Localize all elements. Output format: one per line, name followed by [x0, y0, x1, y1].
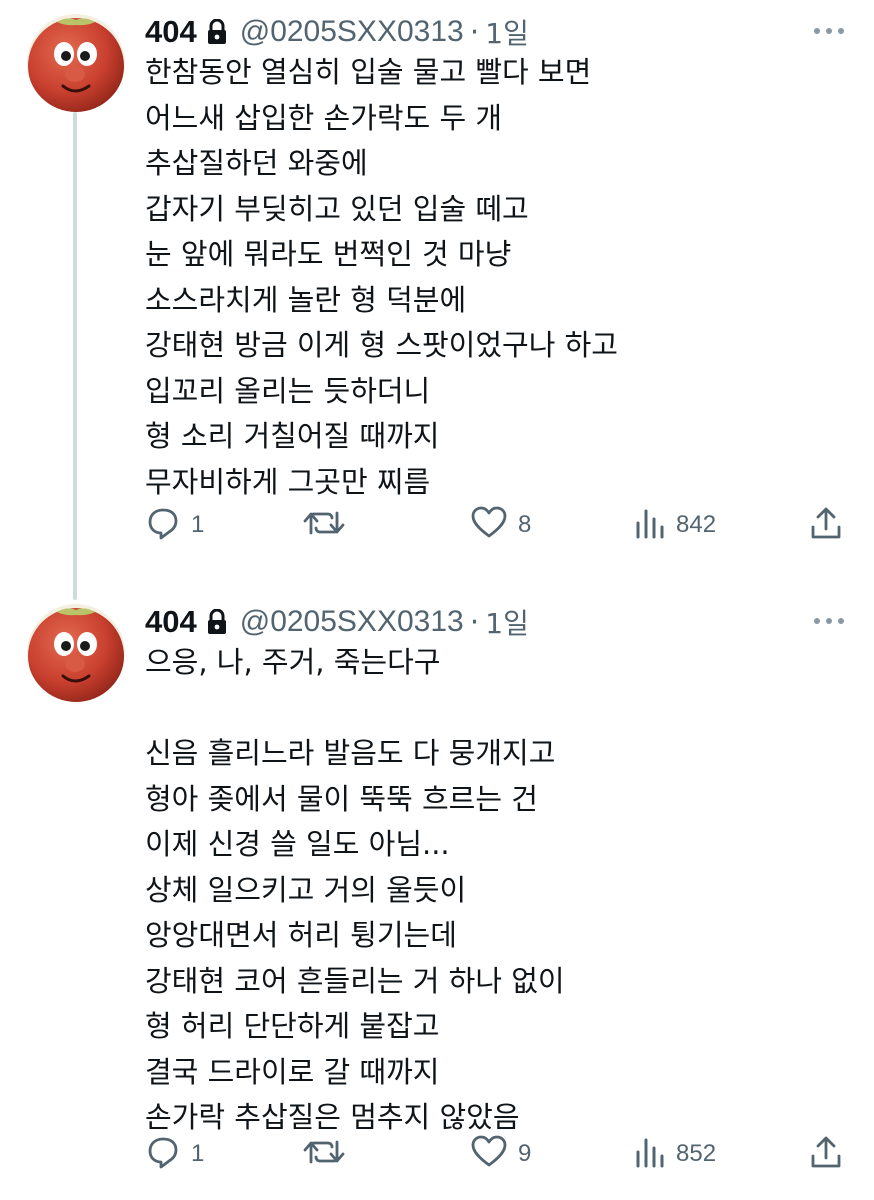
tweet-text-line: 으응, 나, 주거, 죽는다구 [145, 645, 441, 679]
reply-button[interactable]: 1 [145, 1134, 204, 1174]
tweet-text-line [145, 686, 565, 732]
tweet-actions: 1 9 852 [0, 1134, 874, 1174]
tweet-text: 으응, 나, 주거, 죽는다구 신음 흘리느라 발음도 다 뭉개지고 형아 좆에… [145, 640, 565, 1141]
separator-dot: · [469, 14, 480, 50]
reply-count: 1 [191, 511, 205, 538]
tweet-text-line: 소스라치게 놀란 형 덕분에 [145, 282, 467, 317]
separator-dot: · [469, 604, 480, 640]
retweet-icon [302, 505, 346, 545]
tweet-actions: 1 8 842 [0, 505, 874, 545]
retweet-button[interactable] [302, 505, 356, 545]
share-icon [809, 505, 843, 545]
view-count: 852 [676, 1140, 717, 1167]
reply-icon [145, 1134, 181, 1174]
tweet-text-line: 무자비하게 그곳만 찌름 [145, 464, 431, 499]
tweet-text-line: 상체 일으키고 거의 울듯이 [145, 872, 467, 907]
tweet-text-line: 눈 앞에 뭐라도 번쩍인 것 마냥 [145, 237, 512, 271]
reply-button[interactable]: 1 [145, 505, 204, 545]
tweet-text-line: 결국 드라이로 갈 때까지 [145, 1054, 440, 1089]
lock-icon [206, 19, 228, 45]
avatar[interactable] [27, 14, 125, 112]
views-icon [634, 1134, 666, 1174]
tweet-text-line: 갑자기 부딪히고 있던 입술 떼고 [145, 191, 529, 226]
share-button[interactable] [809, 505, 843, 545]
like-button[interactable]: 9 [470, 1134, 531, 1174]
timestamp[interactable]: 1일 [485, 602, 529, 642]
avatar[interactable] [27, 604, 125, 702]
tweet-text-line: 입꼬리 올리는 듯하더니 [145, 373, 431, 408]
display-name[interactable]: 404 [145, 14, 197, 50]
view-count: 842 [676, 511, 717, 538]
tweet-header: 404 @0205SXX0313 · 1일 [145, 10, 529, 54]
heart-icon [470, 1134, 508, 1174]
more-dots-icon[interactable] [814, 28, 844, 34]
tweet-text-line: 형 소리 거칠어질 때까지 [145, 419, 440, 453]
tweet-text: 한참동안 열심히 입술 물고 빨다 보면 어느새 삽입한 손가락도 두 개 추삽… [145, 50, 618, 505]
reply-icon [145, 505, 181, 545]
tweet-text-line: 형아 좆에서 물이 뚝뚝 흐르는 건 [145, 781, 538, 816]
more-dots-icon[interactable] [814, 618, 844, 624]
like-button[interactable]: 8 [470, 505, 531, 545]
lock-icon [206, 609, 228, 635]
tweet-text-line: 어느새 삽입한 손가락도 두 개 [145, 100, 503, 135]
views-button[interactable]: 842 [634, 505, 716, 545]
retweet-icon [302, 1134, 346, 1174]
tweet-text-line: 신음 흘리느라 발음도 다 뭉개지고 [145, 736, 556, 770]
views-icon [634, 505, 666, 545]
tweet-text-line: 추삽질하던 와중에 [145, 146, 368, 180]
user-handle[interactable]: @0205SXX0313 [240, 605, 464, 639]
timestamp[interactable]: 1일 [485, 12, 529, 52]
like-count: 9 [518, 1140, 532, 1167]
share-button[interactable] [809, 1134, 843, 1174]
tweet-text-line: 앙앙대면서 허리 튕기는데 [145, 918, 457, 952]
tweet-text-line: 강태현 코어 흔들리는 거 하나 없이 [145, 963, 565, 998]
heart-icon [470, 505, 508, 545]
tweet-text-line: 형 허리 단단하게 붙잡고 [145, 1009, 440, 1043]
user-handle[interactable]: @0205SXX0313 [240, 15, 464, 49]
share-icon [809, 1134, 843, 1174]
tweet-text-line: 한참동안 열심히 입술 물고 빨다 보면 [145, 55, 592, 89]
tweet[interactable]: 404 @0205SXX0313 · 1일 으응, 나, 주거, 죽는다구 신음… [0, 590, 874, 1200]
display-name[interactable]: 404 [145, 604, 197, 640]
tweet-header: 404 @0205SXX0313 · 1일 [145, 600, 529, 644]
tweet[interactable]: 404 @0205SXX0313 · 1일 한참동안 열심히 입술 물고 빨다 … [0, 0, 874, 580]
views-button[interactable]: 852 [634, 1134, 716, 1174]
tweet-text-line: 강태현 방금 이게 형 스팟이었구나 하고 [145, 328, 618, 362]
tweet-text-line: 이제 신경 쓸 일도 아님... [145, 827, 450, 861]
retweet-button[interactable] [302, 1134, 356, 1174]
reply-count: 1 [191, 1140, 205, 1167]
like-count: 8 [518, 511, 532, 538]
